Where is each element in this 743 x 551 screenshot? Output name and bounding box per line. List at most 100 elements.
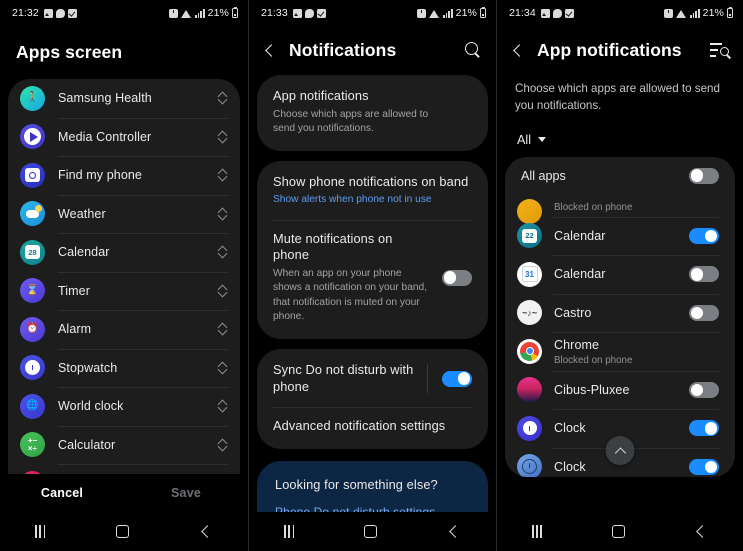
app-notification-toggle[interactable]: [689, 304, 719, 321]
app-notifications-list: All apps Blocked on phone 22 Calendar 31…: [505, 156, 735, 477]
castro-icon: ~♪~: [517, 300, 542, 326]
info-heading: Looking for something else?: [275, 476, 438, 492]
list-item[interactable]: 22 Calendar: [505, 216, 735, 256]
list-item[interactable]: Find my phone: [8, 156, 240, 195]
list-item[interactable]: Blocked on phone: [505, 195, 735, 224]
reorder-handle-icon[interactable]: [217, 399, 228, 414]
reorder-handle-icon[interactable]: [217, 168, 228, 183]
home-icon[interactable]: [115, 525, 129, 538]
back-icon[interactable]: [447, 525, 461, 539]
wifi-icon: [429, 9, 440, 18]
app-notification-toggle[interactable]: [689, 420, 719, 437]
list-item[interactable]: ⏰ Alarm: [8, 310, 240, 349]
app-notification-toggle[interactable]: [689, 266, 719, 283]
app-label: Samsung Health: [58, 91, 152, 106]
app-notification-toggle[interactable]: [689, 381, 719, 398]
app-label: Castro: [554, 305, 592, 320]
home-icon[interactable]: [364, 525, 378, 538]
calculator-icon: +− ×÷: [20, 432, 45, 458]
reorder-handle-icon[interactable]: [217, 129, 228, 144]
weather-icon: [20, 201, 45, 227]
list-item[interactable]: ~♪~ Castro: [505, 293, 735, 333]
reorder-handle-icon[interactable]: [217, 91, 228, 106]
battery-percent: 21%: [207, 7, 229, 19]
recents-icon[interactable]: [531, 525, 543, 538]
item-title: App notifications: [273, 88, 369, 103]
list-item[interactable]: Stopwatch: [8, 348, 240, 388]
all-apps-row[interactable]: All apps: [505, 157, 735, 195]
filter-search-icon[interactable]: [710, 42, 729, 59]
mute-notifications-toggle[interactable]: [442, 269, 472, 286]
samsung-clock-icon: [517, 415, 542, 441]
back-icon[interactable]: [694, 525, 708, 539]
list-item[interactable]: 28 Calendar: [8, 233, 240, 272]
alarm-clock-icon: ⏰: [20, 316, 45, 342]
calendar-icon: 28: [20, 239, 45, 265]
list-item[interactable]: Media Controller: [8, 117, 240, 157]
list-item[interactable]: Chrome Blocked on phone: [505, 332, 735, 371]
settings-item-advanced-notification-settings[interactable]: Advanced notification settings: [257, 407, 488, 447]
reorder-handle-icon[interactable]: [217, 437, 228, 452]
all-apps-toggle[interactable]: [689, 167, 719, 184]
app-notification-toggle[interactable]: [689, 227, 719, 244]
item-title: Advanced notification settings: [273, 418, 446, 434]
reorder-handle-icon[interactable]: [217, 245, 228, 260]
back-icon[interactable]: [199, 525, 213, 539]
signal-icon: [443, 8, 453, 18]
phone-screen-apps: 21:32 21% Apps screen 🚶 Samsung Health M…: [0, 0, 248, 551]
list-item[interactable]: 🌐 World clock: [8, 387, 240, 426]
app-bar: Notifications: [249, 26, 496, 75]
recents-icon[interactable]: [283, 525, 295, 538]
settings-item-show-phone-notifications[interactable]: Show phone notifications on band Show al…: [257, 163, 488, 220]
media-controller-icon: [20, 124, 45, 150]
back-arrow-icon[interactable]: [509, 42, 527, 60]
battery-percent: 21%: [455, 7, 477, 19]
app-label: Chrome: [554, 338, 600, 353]
home-icon[interactable]: [611, 525, 625, 538]
settings-item-mute-notifications[interactable]: Mute notifications on phone When an app …: [257, 219, 488, 337]
app-notification-toggle[interactable]: [689, 458, 719, 475]
reorder-handle-icon[interactable]: [217, 206, 228, 221]
cancel-button[interactable]: Cancel: [0, 486, 124, 500]
list-item[interactable]: Weather: [8, 194, 240, 234]
signal-icon: [195, 8, 205, 18]
wifi-icon: [676, 9, 687, 18]
status-system-icons: 21%: [169, 6, 238, 19]
timer-icon: ⌛: [20, 278, 45, 304]
dnd-card: Sync Do not disturb with phone Advanced …: [257, 348, 488, 449]
app-label: Calendar: [58, 245, 110, 260]
reorder-handle-icon[interactable]: [217, 283, 228, 298]
navigation-bar: [0, 512, 248, 551]
status-bar: 21:32 21%: [0, 0, 248, 26]
status-bar: 21:34 21%: [497, 0, 743, 26]
search-icon[interactable]: [465, 42, 482, 59]
screenshot-root: 21:32 21% Apps screen 🚶 Samsung Health M…: [0, 0, 743, 551]
app-label: Clock: [554, 459, 586, 474]
settings-item-app-notifications[interactable]: App notifications Choose which apps are …: [257, 77, 488, 149]
app-label: Weather: [58, 206, 106, 221]
sync-dnd-toggle[interactable]: [442, 370, 472, 387]
list-item[interactable]: ⌛ Timer: [8, 271, 240, 311]
filter-dropdown[interactable]: All: [517, 133, 546, 147]
back-arrow-icon[interactable]: [261, 42, 279, 60]
list-item[interactable]: Cibus-Pluxee: [505, 370, 735, 410]
reorder-handle-icon[interactable]: [217, 322, 228, 337]
page-description: Choose which apps are allowed to send yo…: [515, 82, 720, 112]
filter-dropdown-label: All: [517, 132, 531, 147]
status-bar: 21:33 21%: [249, 0, 496, 26]
recents-icon[interactable]: [35, 525, 46, 538]
item-subtitle: When an app on your phone shows a notifi…: [273, 267, 428, 323]
save-button[interactable]: Save: [124, 486, 248, 500]
scroll-to-top-button[interactable]: [605, 435, 635, 465]
chrome-icon: [517, 338, 542, 364]
list-item[interactable]: 🚶 Samsung Health: [8, 79, 240, 118]
divider: [427, 363, 428, 394]
settings-item-sync-dnd[interactable]: Sync Do not disturb with phone: [257, 351, 488, 407]
navigation-bar: [249, 512, 496, 551]
alarm-icon: [664, 8, 674, 18]
list-item[interactable]: 31 Calendar: [505, 255, 735, 294]
list-item[interactable]: +− ×÷ Calculator: [8, 425, 240, 465]
image-icon: [292, 8, 302, 18]
reorder-handle-icon[interactable]: [217, 360, 228, 375]
status-time: 21:32: [12, 7, 39, 19]
